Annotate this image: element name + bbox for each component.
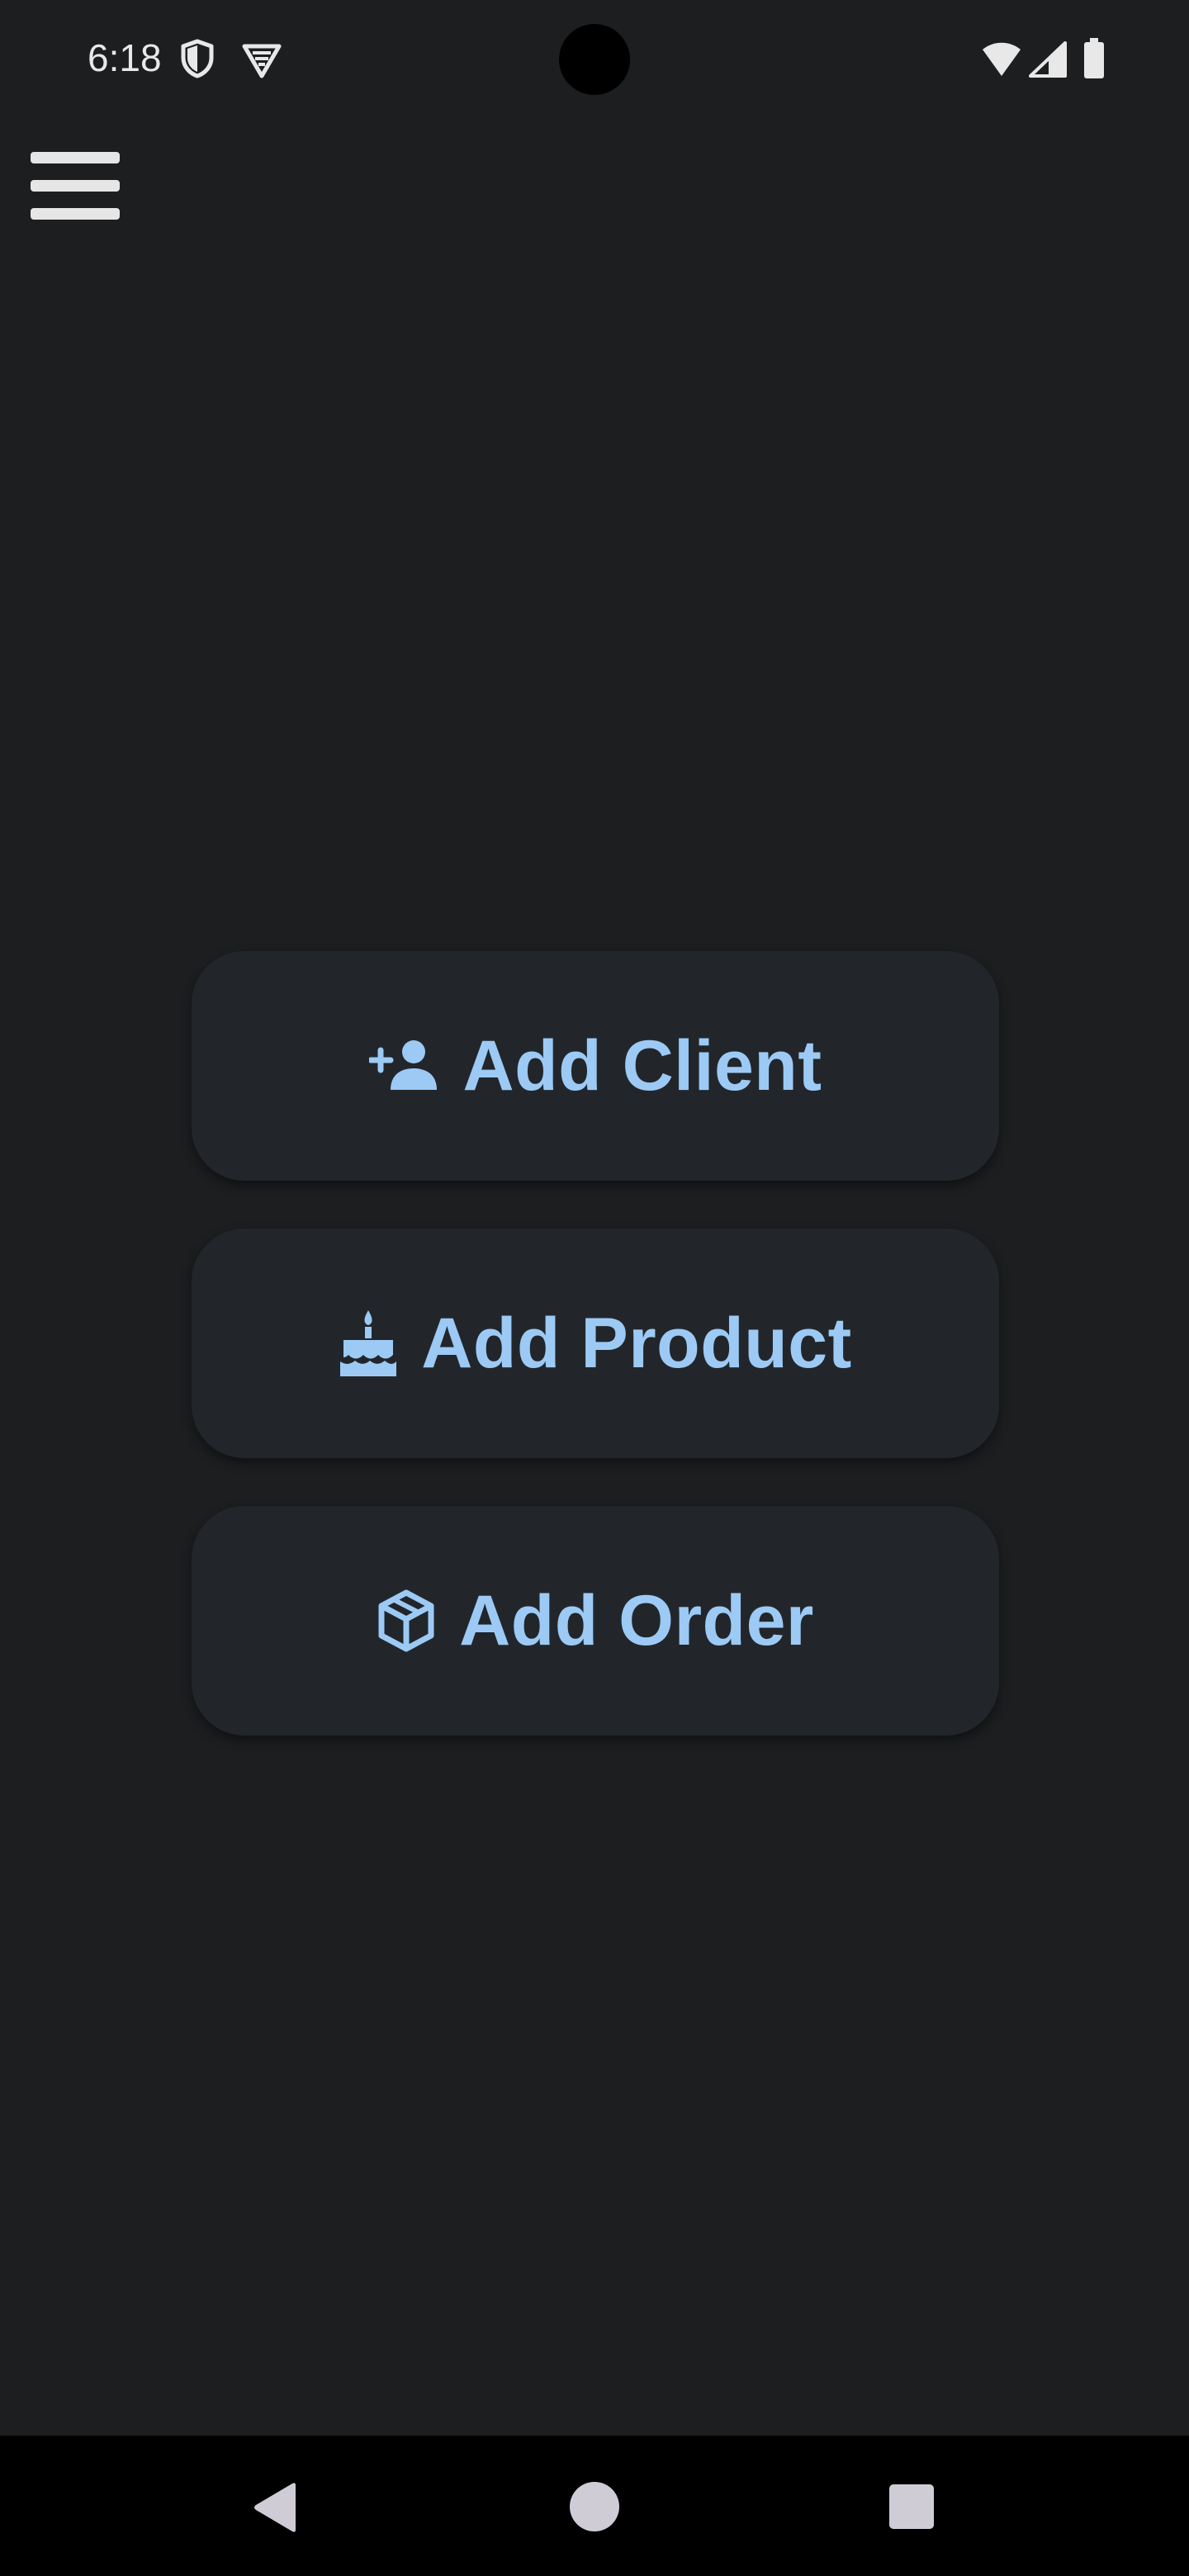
home-circle-icon[interactable] — [568, 2480, 621, 2533]
add-product-label: Add Product — [421, 1303, 852, 1383]
back-triangle-icon[interactable] — [251, 2482, 301, 2533]
recents-square-icon[interactable] — [888, 2484, 935, 2530]
vpn-triangle-icon — [242, 44, 282, 78]
add-client-button[interactable]: Add Client — [192, 951, 999, 1181]
action-list: Add Client Add Product Add Order — [192, 951, 999, 1783]
package-icon — [378, 1589, 434, 1652]
person-add-icon — [368, 1040, 437, 1090]
menu-button[interactable] — [21, 140, 129, 231]
cake-icon — [340, 1310, 397, 1376]
hamburger-menu-icon — [31, 152, 120, 220]
add-order-label: Add Order — [459, 1580, 814, 1660]
camera-cutout — [559, 24, 630, 95]
wifi-icon — [983, 42, 1021, 76]
status-bar: 6:18 — [0, 0, 1189, 116]
home-screen: 6:18 Add Client Add Product Add Order — [0, 0, 1189, 2576]
battery-icon — [1084, 38, 1104, 78]
navigation-bar — [0, 2436, 1189, 2576]
add-client-label: Add Client — [462, 1025, 822, 1106]
shield-icon — [181, 39, 214, 78]
add-order-button[interactable]: Add Order — [192, 1506, 999, 1735]
cell-signal-icon — [1029, 41, 1067, 78]
status-time: 6:18 — [88, 36, 162, 79]
add-product-button[interactable]: Add Product — [192, 1229, 999, 1458]
